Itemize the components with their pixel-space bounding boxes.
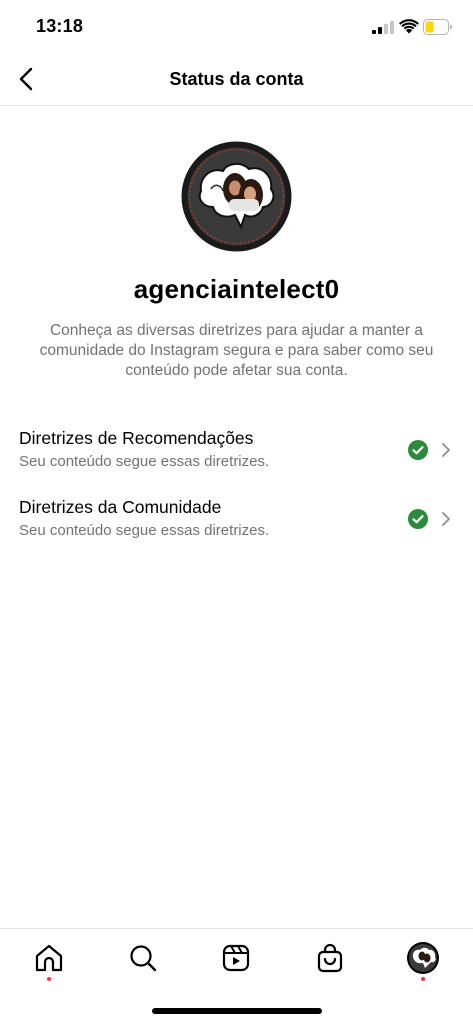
account-status-screen: 13:18 Status da conta agenciaintelect0 C… — [0, 0, 473, 1024]
account-status-description: Conheça as diversas diretrizes para ajud… — [39, 322, 434, 379]
profile-notification-dot — [421, 977, 425, 981]
search-icon[interactable] — [126, 941, 160, 975]
home-notification-dot — [47, 977, 51, 981]
recommendation-guidelines-row[interactable]: Diretrizes de Recomendações Seu conteúdo… — [0, 423, 473, 483]
page-title: Status da conta — [169, 69, 304, 89]
chevron-right-icon — [442, 512, 450, 526]
check-circle-icon — [408, 509, 428, 529]
shop-icon[interactable] — [313, 941, 347, 975]
check-circle-icon — [408, 440, 428, 460]
row-subtitle: Seu conteúdo segue essas diretrizes. — [19, 522, 270, 539]
home-indicator[interactable] — [152, 1008, 322, 1014]
username: agenciaintelect0 — [133, 274, 340, 304]
profile-avatar-tab[interactable] — [406, 941, 440, 975]
community-guidelines-row[interactable]: Diretrizes da Comunidade Seu conteúdo se… — [0, 492, 473, 552]
row-subtitle: Seu conteúdo segue essas diretrizes. — [19, 453, 270, 470]
wifi-icon — [399, 19, 419, 34]
reels-icon[interactable] — [219, 941, 253, 975]
home-icon[interactable] — [32, 941, 66, 975]
navigation-bar: Status da conta — [0, 54, 473, 106]
cellular-signal-icon — [372, 21, 394, 34]
status-bar: 13:18 — [0, 0, 473, 52]
row-title: Diretrizes de Recomendações — [19, 428, 254, 448]
chevron-right-icon — [442, 443, 450, 457]
profile-avatar — [181, 141, 292, 252]
status-time: 13:18 — [36, 16, 84, 36]
battery-icon — [423, 19, 452, 35]
row-title: Diretrizes da Comunidade — [19, 497, 222, 517]
